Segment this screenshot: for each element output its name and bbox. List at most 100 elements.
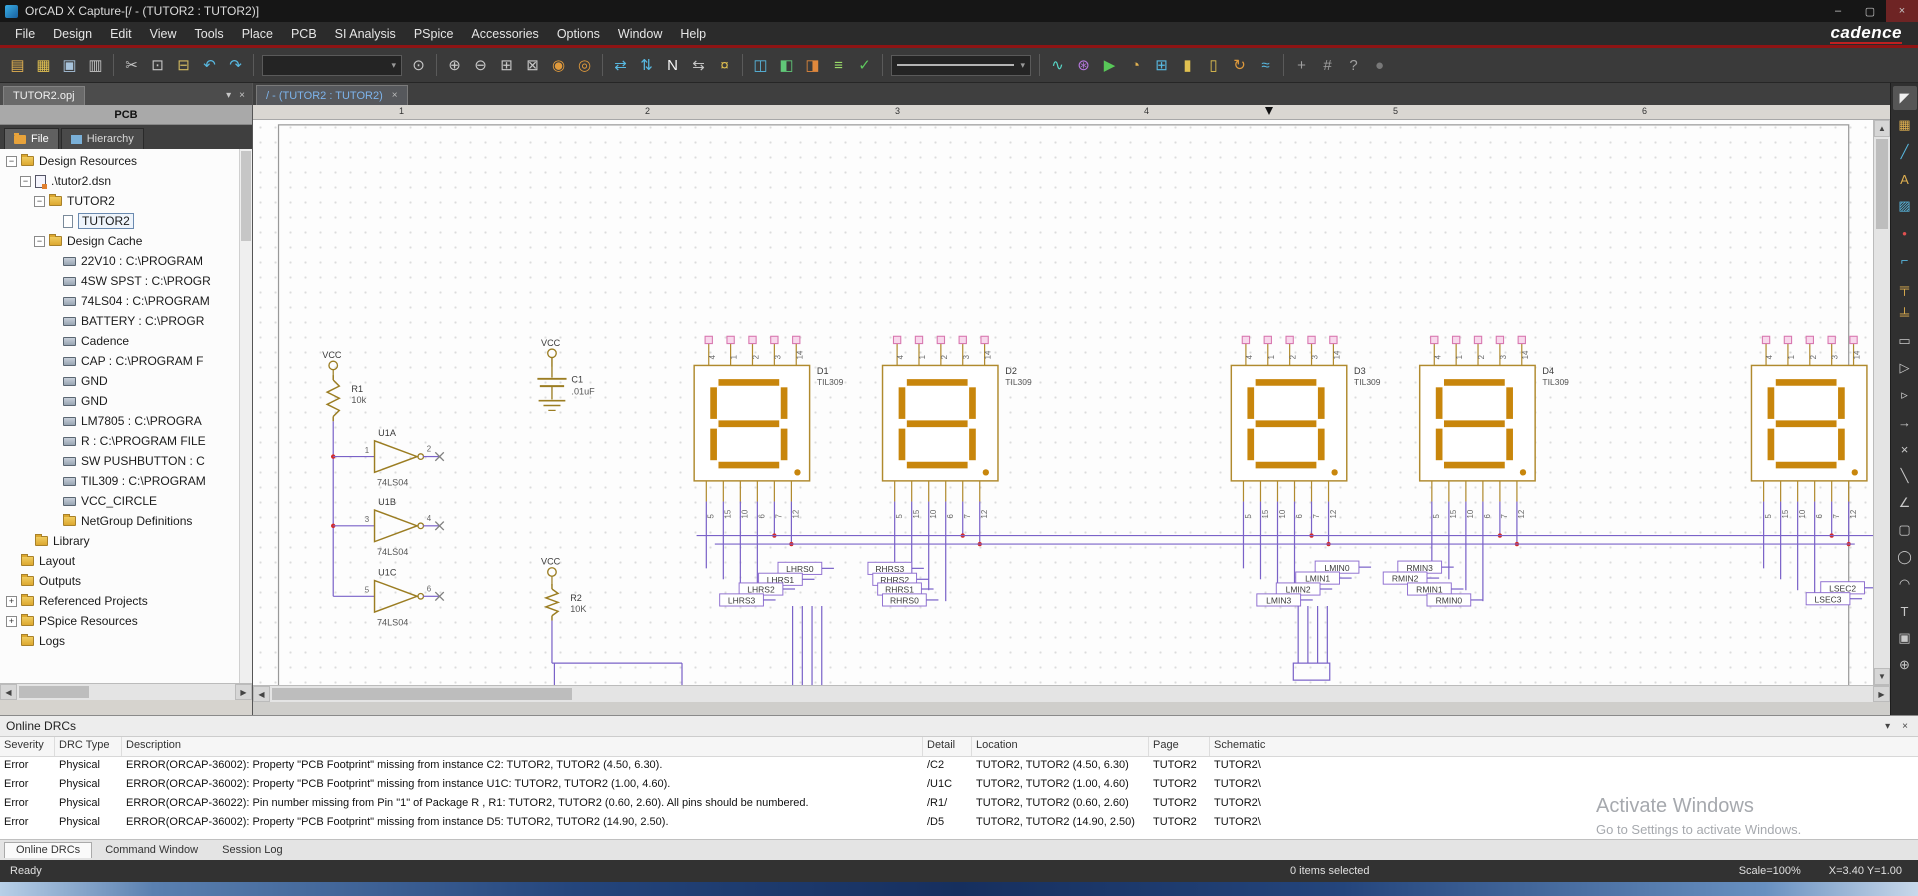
wave-viewer-icon[interactable]: ≈ (1253, 53, 1278, 78)
place-bus-entry-icon[interactable]: ⌐ (1893, 248, 1917, 272)
project-tab[interactable]: TUTOR2.opj (3, 86, 85, 105)
tree-item-gnd[interactable]: GND (0, 391, 252, 411)
menu-tools[interactable]: Tools (186, 22, 233, 45)
place-ellipse-icon[interactable]: ◯ (1893, 545, 1917, 569)
place-polyline-icon[interactable]: ∠ (1893, 491, 1917, 515)
place-power-icon[interactable]: ╤ (1893, 275, 1917, 299)
drc-row[interactable]: Error Physical ERROR(ORCAP-36002): Propert… (0, 757, 1918, 776)
place-no-connect-icon[interactable]: × (1893, 437, 1917, 461)
drc-col-page[interactable]: Page (1149, 737, 1210, 756)
scroll-right-button[interactable]: ▶ (235, 684, 252, 700)
tree-item-design-resources[interactable]: − Design Resources (0, 151, 252, 171)
help-icon[interactable]: ? (1341, 53, 1366, 78)
menu-pcb[interactable]: PCB (282, 22, 326, 45)
chevron-down-icon[interactable]: ▾ (1885, 721, 1890, 732)
drc-col-description[interactable]: Description (122, 737, 923, 756)
zoom-region-icon[interactable]: ⊞ (494, 53, 519, 78)
net-label-lhrs0[interactable]: LHRS0 (777, 561, 834, 575)
tree-vertical-scrollbar[interactable] (239, 149, 252, 683)
open-design-icon[interactable]: ▦ (31, 53, 56, 78)
tree-item-logs[interactable]: Logs (0, 631, 252, 651)
net-label-lsec3[interactable]: LSEC3 (1805, 592, 1863, 606)
lock-icon[interactable]: ▮ (1175, 53, 1200, 78)
display-D1[interactable]: 4 1 2 3 145 15 10 6 7 12D1TIL309 (693, 335, 844, 519)
scrollbar-thumb[interactable] (272, 688, 572, 700)
expander-icon[interactable]: − (34, 235, 45, 247)
tree-item-cap-c-program-f[interactable]: CAP : C:\PROGRAM F (0, 351, 252, 371)
place-off-page-connector-icon[interactable]: → (1893, 410, 1917, 434)
menu-view[interactable]: View (141, 22, 186, 45)
scroll-left-button[interactable]: ◀ (253, 686, 270, 702)
net-label-lmin3[interactable]: LMIN3 (1256, 593, 1313, 607)
place-line-icon[interactable]: ╲ (1893, 464, 1917, 488)
scrollbar-thumb[interactable] (19, 686, 89, 698)
display-D3[interactable]: 4 1 2 3 145 15 10 6 7 12D3TIL309 (1230, 335, 1381, 519)
tree-item-design-cache[interactable]: − Design Cache (0, 231, 252, 251)
net-label-rmin1[interactable]: RMIN1 (1407, 582, 1464, 596)
net-label-lsec2[interactable]: LSEC2 (1820, 581, 1873, 595)
bom-icon[interactable]: ≡ (826, 53, 851, 78)
inverter-U1B[interactable]: 3 4 U1B 74LS04 (333, 497, 445, 557)
place-ground-icon[interactable]: ╧ (1893, 302, 1917, 326)
maximize-button[interactable]: ▢ (1854, 0, 1886, 22)
drc-row[interactable]: Error Physical ERROR(ORCAP-36022): Pin num… (0, 795, 1918, 814)
minimize-button[interactable]: – (1822, 0, 1854, 22)
scroll-up-button[interactable]: ▲ (1874, 120, 1890, 137)
close-button[interactable]: × (1886, 0, 1918, 22)
net-label-rhrs3[interactable]: RHRS3 (867, 561, 924, 575)
tree-horizontal-scrollbar[interactable]: ◀ ▶ (0, 683, 252, 700)
menu-window[interactable]: Window (609, 22, 671, 45)
scroll-down-button[interactable]: ▼ (1874, 668, 1890, 685)
unlock-icon[interactable]: ▯ (1201, 53, 1226, 78)
redo-icon[interactable]: ↷ (223, 53, 248, 78)
line-style-selector[interactable]: ▾ (891, 54, 1031, 76)
drc-check-icon[interactable]: ✓ (852, 53, 877, 78)
scroll-left-button[interactable]: ◀ (0, 684, 17, 700)
tree-item-til309-c-program[interactable]: TIL309 : C:\PROGRAM (0, 471, 252, 491)
new-design-icon[interactable]: ▤ (5, 53, 30, 78)
tab-hierarchy[interactable]: Hierarchy (60, 128, 144, 149)
tree-item-layout[interactable]: Layout (0, 551, 252, 571)
pan-icon[interactable]: + (1289, 53, 1314, 78)
design-selector[interactable]: ▾ (262, 54, 402, 76)
scrollbar-thumb[interactable] (241, 151, 251, 241)
snap-options-icon[interactable]: # (1315, 53, 1340, 78)
drc-col-schematic[interactable]: Schematic (1210, 737, 1918, 756)
tree-item-r-c-program-file[interactable]: R : C:\PROGRAM FILE (0, 431, 252, 451)
tree-item-battery-c-progr[interactable]: BATTERY : C:\PROGR (0, 311, 252, 331)
print-icon[interactable]: ▥ (83, 53, 108, 78)
menu-help[interactable]: Help (671, 22, 715, 45)
close-panel-icon[interactable]: × (1902, 721, 1908, 732)
place-wire-icon[interactable]: ╱ (1893, 140, 1917, 164)
drc-row[interactable]: Error Physical ERROR(ORCAP-36002): Propert… (0, 814, 1918, 833)
menu-accessories[interactable]: Accessories (462, 22, 547, 45)
display-D4[interactable]: 4 1 2 3 145 15 10 6 7 12D4TIL309 (1418, 335, 1569, 519)
panel-tab-command-window[interactable]: Command Window (94, 842, 209, 858)
display-D5[interactable]: 4 1 2 3 145 15 10 6 7 12 (1750, 335, 1868, 519)
ascend-hierarchy-icon[interactable]: ⇅ (634, 53, 659, 78)
expander-icon[interactable]: − (34, 195, 45, 207)
highlight-icon[interactable]: ◉ (546, 53, 571, 78)
sync-icon[interactable]: ↻ (1227, 53, 1252, 78)
scroll-right-button[interactable]: ▶ (1873, 686, 1890, 702)
run-simulation-icon[interactable]: ▶ (1097, 53, 1122, 78)
net-label-rhrs1[interactable]: RHRS1 (877, 582, 934, 596)
place-text-icon[interactable]: T (1893, 599, 1917, 623)
zoom-all-icon[interactable]: ⊠ (520, 53, 545, 78)
undo-icon[interactable]: ↶ (197, 53, 222, 78)
place-image-icon[interactable]: ▣ (1893, 626, 1917, 650)
menu-design[interactable]: Design (44, 22, 101, 45)
canvas-vertical-scrollbar[interactable]: ▲ ▼ (1873, 120, 1890, 685)
menu-si-analysis[interactable]: SI Analysis (326, 22, 405, 45)
menu-options[interactable]: Options (548, 22, 609, 45)
display-D2[interactable]: 4 1 2 3 145 15 10 6 7 12D2TIL309 (881, 335, 1032, 519)
copy-icon[interactable]: ⊡ (145, 53, 170, 78)
tree-item-lm7805-c-progra[interactable]: LM7805 : C:\PROGRA (0, 411, 252, 431)
drc-col-location[interactable]: Location (972, 737, 1149, 756)
save-icon[interactable]: ▣ (57, 53, 82, 78)
net-label-rmin3[interactable]: RMIN3 (1397, 560, 1454, 574)
place-hierarchical-pin-icon[interactable]: ▹ (1893, 383, 1917, 407)
menu-edit[interactable]: Edit (101, 22, 141, 45)
zoom-in-icon[interactable]: ⊕ (442, 53, 467, 78)
search-icon[interactable]: ⊙ (406, 53, 431, 78)
